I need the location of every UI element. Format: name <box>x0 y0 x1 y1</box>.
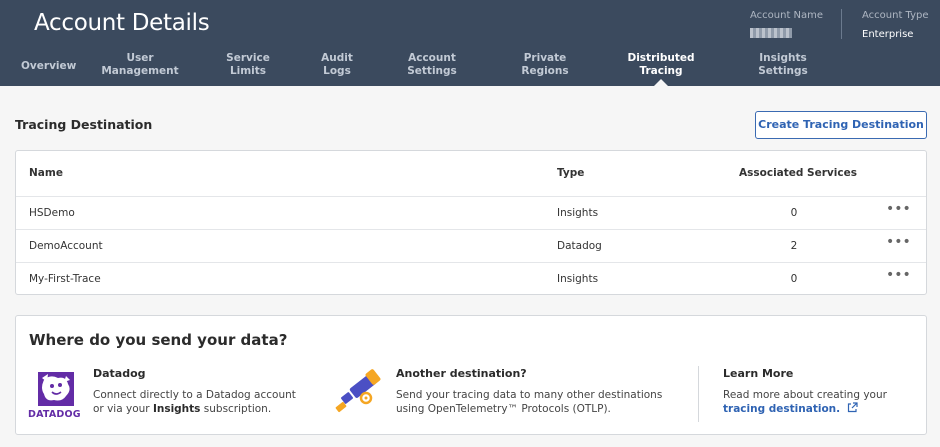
page-header: Account Details Account Name Account Typ… <box>0 0 940 86</box>
row-name: DemoAccount <box>29 240 103 252</box>
tab-account-settings[interactable]: Account Settings <box>402 52 462 78</box>
row-services-count: 0 <box>790 207 798 219</box>
learn-more-description: Read more about creating your tracing de… <box>723 388 887 416</box>
account-type-label: Account Type <box>862 10 929 21</box>
learn-more-link-line: tracing destination. <box>723 402 887 416</box>
tab-label: Overview <box>21 60 77 72</box>
row-name: My-First-Trace <box>29 273 101 285</box>
tab-label: Settings <box>407 65 457 77</box>
row-type: Insights <box>557 273 599 285</box>
another-destination-heading: Another destination? <box>396 367 527 380</box>
destination-info-card: Where do you send your data? DATADOG Dat… <box>15 315 927 435</box>
create-tracing-destination-button[interactable]: Create Tracing Destination <box>755 111 927 139</box>
info-divider <box>698 366 699 422</box>
row-type: Insights <box>557 207 599 219</box>
table-row[interactable]: HSDemo Insights 0 ••• <box>16 196 926 229</box>
tab-insights-settings[interactable]: Insights Settings <box>754 52 812 78</box>
tracing-destination-link[interactable]: tracing destination. <box>723 403 840 415</box>
another-destination-description: Send your tracing data to many other des… <box>396 388 662 416</box>
external-link-icon[interactable] <box>847 402 859 413</box>
another-destination-line-2: using OpenTelemetry™ Protocols (OTLP). <box>396 403 611 415</box>
row-services-count: 0 <box>790 273 798 285</box>
info-card-title: Where do you send your data? <box>29 331 288 349</box>
section-title: Tracing Destination <box>15 117 153 132</box>
tab-label: Private <box>523 52 567 64</box>
datadog-line-2-prefix: or via your <box>93 403 153 415</box>
more-options-icon[interactable]: ••• <box>886 234 911 250</box>
tab-label: Tracing <box>639 65 683 77</box>
account-name-redacted <box>750 28 792 38</box>
tab-label: Management <box>101 65 179 77</box>
row-name: HSDemo <box>29 207 75 219</box>
tab-label: Distributed <box>627 52 695 64</box>
tab-service-limits[interactable]: Service Limits <box>222 52 274 78</box>
header-divider <box>841 9 842 39</box>
column-header-type[interactable]: Type <box>557 167 584 179</box>
telescope-icon <box>335 369 381 413</box>
learn-more-line-1: Read more about creating your <box>723 389 887 401</box>
datadog-line-2: or via your Insights subscription. <box>93 402 296 416</box>
tab-label: Limits <box>229 65 267 77</box>
tab-overview[interactable]: Overview <box>21 60 77 73</box>
page-title: Account Details <box>34 10 210 36</box>
tab-label: Service <box>226 52 270 64</box>
tab-user-management[interactable]: User Management <box>100 52 180 78</box>
tab-audit-logs[interactable]: Audit Logs <box>316 52 358 78</box>
active-tab-indicator <box>654 79 668 86</box>
datadog-logo-text: DATADOG <box>28 409 81 420</box>
more-options-icon[interactable]: ••• <box>886 267 911 283</box>
another-destination-line-1: Send your tracing data to many other des… <box>396 389 663 401</box>
account-name-label: Account Name <box>750 10 824 21</box>
row-services-count: 2 <box>790 240 798 252</box>
row-type: Datadog <box>557 240 602 252</box>
account-type-value: Enterprise <box>862 29 914 40</box>
table-row[interactable]: DemoAccount Datadog 2 ••• <box>16 229 926 262</box>
tab-label: Regions <box>521 65 569 77</box>
tab-label: Insights <box>759 52 807 64</box>
datadog-line-2-suffix: subscription. <box>200 403 272 415</box>
datadog-line-1: Connect directly to a Datadog account <box>93 389 296 401</box>
tab-private-regions[interactable]: Private Regions <box>516 52 574 78</box>
datadog-heading: Datadog <box>93 367 146 380</box>
learn-more-heading: Learn More <box>723 367 794 380</box>
tab-label: User <box>126 52 154 64</box>
column-header-associated-services[interactable]: Associated Services <box>739 167 857 179</box>
account-name-block: Account Name <box>750 10 823 38</box>
tab-label: Settings <box>758 65 808 77</box>
tab-label: Account <box>408 52 456 64</box>
account-type-block: Account Type Enterprise <box>862 10 929 40</box>
table-row[interactable]: My-First-Trace Insights 0 ••• <box>16 262 926 295</box>
more-options-icon[interactable]: ••• <box>886 201 911 217</box>
datadog-description: Connect directly to a Datadog account or… <box>93 388 296 416</box>
datadog-line-2-bold: Insights <box>152 403 201 415</box>
tab-label: Logs <box>323 65 351 77</box>
column-header-name[interactable]: Name <box>29 167 63 179</box>
tab-label: Audit <box>321 52 353 64</box>
tracing-destinations-table: Name Type Associated Services HSDemo Ins… <box>15 150 927 295</box>
tab-distributed-tracing[interactable]: Distributed Tracing <box>622 52 700 78</box>
tab-bar: Overview User Management Service Limits … <box>0 52 940 86</box>
